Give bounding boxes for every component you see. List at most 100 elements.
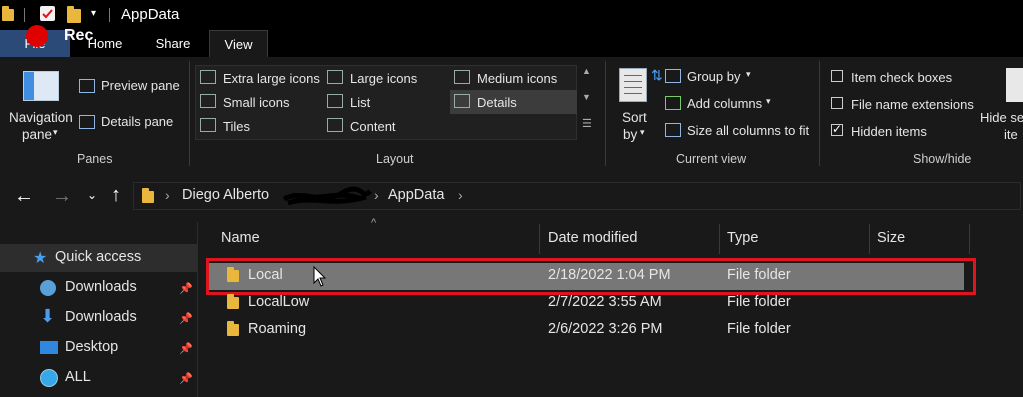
group-label-panes: Panes <box>77 152 113 166</box>
folder-icon <box>227 267 239 282</box>
sort-arrow-icon: ⇅ <box>651 67 663 83</box>
column-divider[interactable] <box>719 224 720 254</box>
back-arrow-icon[interactable]: ← <box>14 185 34 208</box>
sidebar-item-label: Downloads <box>65 279 137 295</box>
title-bar: ▾ AppData <box>0 0 1023 30</box>
file-date: 2/18/2022 1:04 PM <box>548 267 671 283</box>
column-header-name[interactable]: Name <box>221 230 260 246</box>
gallery-scroll-down-icon[interactable]: ▼ <box>582 92 591 102</box>
pin-icon[interactable]: 📌 <box>179 282 193 295</box>
desktop-icon <box>40 341 58 354</box>
tab-view[interactable]: View <box>209 30 268 57</box>
column-header-type[interactable]: Type <box>727 230 758 246</box>
tiles-icon <box>200 118 216 132</box>
pin-icon[interactable]: 📌 <box>179 372 193 385</box>
folder-icon <box>142 188 154 203</box>
chevron-down-icon[interactable]: ▾ <box>53 127 58 138</box>
customize-toolbar-icon[interactable]: ▾ <box>91 8 105 22</box>
download-arrow-icon: ⬇ <box>40 306 56 326</box>
pin-icon[interactable]: 📌 <box>179 342 193 355</box>
hidden-items-label[interactable]: Hidden items <box>851 124 927 139</box>
column-header-size[interactable]: Size <box>877 230 905 246</box>
layout-list[interactable]: List <box>350 95 370 110</box>
sort-by-button-line2[interactable]: by <box>623 127 637 142</box>
breadcrumb-separator-icon: › <box>458 187 463 203</box>
item-check-boxes-checkbox[interactable] <box>831 70 843 82</box>
window-title: AppData <box>121 6 180 23</box>
hide-selected-items-button[interactable]: Hide se <box>980 110 1023 125</box>
column-divider[interactable] <box>869 224 870 254</box>
mouse-cursor-icon <box>313 266 327 287</box>
recording-indicator-icon <box>26 25 48 47</box>
column-divider[interactable] <box>969 224 970 254</box>
size-all-columns-button[interactable]: Size all columns to fit <box>687 123 809 138</box>
folder-icon <box>227 321 239 336</box>
column-header-date-modified[interactable]: Date modified <box>548 230 637 246</box>
gallery-more-icon[interactable]: ☰ <box>582 117 592 130</box>
sidebar-item-downloads[interactable]: Downloads 📌 <box>0 274 197 302</box>
details-pane-icon[interactable] <box>79 115 95 129</box>
properties-icon[interactable] <box>40 6 55 21</box>
navigation-pane-button[interactable]: Navigation <box>9 110 73 125</box>
forward-arrow-icon[interactable]: → <box>52 185 72 208</box>
folder-icon <box>2 6 14 21</box>
file-type: File folder <box>727 294 791 310</box>
file-type: File folder <box>727 267 791 283</box>
sort-by-icon[interactable] <box>619 68 647 102</box>
table-row[interactable]: LocalLow 2/7/2022 3:55 AM File folder <box>209 290 964 317</box>
up-arrow-icon[interactable]: ↑ <box>111 184 121 207</box>
breadcrumb-appdata[interactable]: AppData <box>388 187 444 203</box>
chevron-down-icon[interactable]: ▾ <box>746 69 751 80</box>
chevron-down-icon[interactable]: ▾ <box>640 127 645 138</box>
column-divider[interactable] <box>539 224 540 254</box>
details-pane-button[interactable]: Details pane <box>101 114 173 129</box>
table-row[interactable]: Roaming 2/6/2022 3:26 PM File folder <box>209 317 964 344</box>
file-name: Local <box>248 267 283 283</box>
tab-share[interactable]: Share <box>141 30 205 57</box>
navigation-pane-button-line2[interactable]: pane <box>22 127 52 142</box>
size-columns-icon <box>665 123 681 137</box>
address-bar[interactable]: › Diego Alberto › AppData › <box>133 182 1021 210</box>
layout-details[interactable]: Details <box>477 95 517 110</box>
preview-pane-icon[interactable] <box>79 79 95 93</box>
sidebar-item-desktop[interactable]: Desktop 📌 <box>0 334 197 362</box>
pin-icon[interactable]: 📌 <box>179 312 193 325</box>
file-name-extensions-checkbox[interactable] <box>831 97 843 109</box>
star-icon: ★ <box>33 250 48 267</box>
sidebar-item-label: Desktop <box>65 339 119 355</box>
group-by-icon <box>665 69 681 83</box>
chevron-down-icon[interactable]: ▾ <box>766 96 771 107</box>
hide-selected-items-icon[interactable] <box>1006 68 1023 102</box>
sidebar-item-all[interactable]: ALL 📌 <box>0 364 197 392</box>
details-icon <box>454 94 470 108</box>
layout-extra-large-icons[interactable]: Extra large icons <box>223 71 320 86</box>
medium-icons-icon <box>454 70 470 84</box>
hidden-items-checkbox[interactable] <box>831 122 843 136</box>
recent-locations-chevron-icon[interactable]: ⌄ <box>87 188 97 202</box>
layout-large-icons[interactable]: Large icons <box>350 71 417 86</box>
file-name-extensions-label[interactable]: File name extensions <box>851 97 974 112</box>
navigation-pane: ★ Quick access Downloads 📌 ⬇ Downloads 📌… <box>0 222 198 397</box>
hide-selected-items-button-line2[interactable]: ite <box>1004 127 1018 142</box>
sidebar-item-downloads-2[interactable]: ⬇ Downloads 📌 <box>0 304 197 332</box>
layout-small-icons[interactable]: Small icons <box>223 95 289 110</box>
group-label-show-hide: Show/hide <box>913 152 972 166</box>
sidebar-item-quick-access[interactable]: ★ Quick access <box>0 244 197 272</box>
item-check-boxes-label[interactable]: Item check boxes <box>851 70 952 85</box>
breadcrumb-user[interactable]: Diego Alberto <box>182 187 269 203</box>
gallery-scroll-up-icon[interactable]: ▲ <box>582 66 591 76</box>
new-folder-icon[interactable] <box>67 6 81 23</box>
divider <box>109 8 110 22</box>
group-divider <box>605 61 606 166</box>
ribbon: Navigation pane ▾ Preview pane Details p… <box>0 57 1023 173</box>
layout-tiles[interactable]: Tiles <box>223 119 250 134</box>
folder-icon <box>227 294 239 309</box>
layout-medium-icons[interactable]: Medium icons <box>477 71 557 86</box>
sort-by-button[interactable]: Sort <box>622 110 647 125</box>
content-icon <box>327 118 343 132</box>
navigation-pane-icon[interactable] <box>23 71 59 101</box>
group-by-button[interactable]: Group by <box>687 69 740 84</box>
add-columns-button[interactable]: Add columns <box>687 96 762 111</box>
preview-pane-button[interactable]: Preview pane <box>101 78 180 93</box>
layout-content[interactable]: Content <box>350 119 396 134</box>
